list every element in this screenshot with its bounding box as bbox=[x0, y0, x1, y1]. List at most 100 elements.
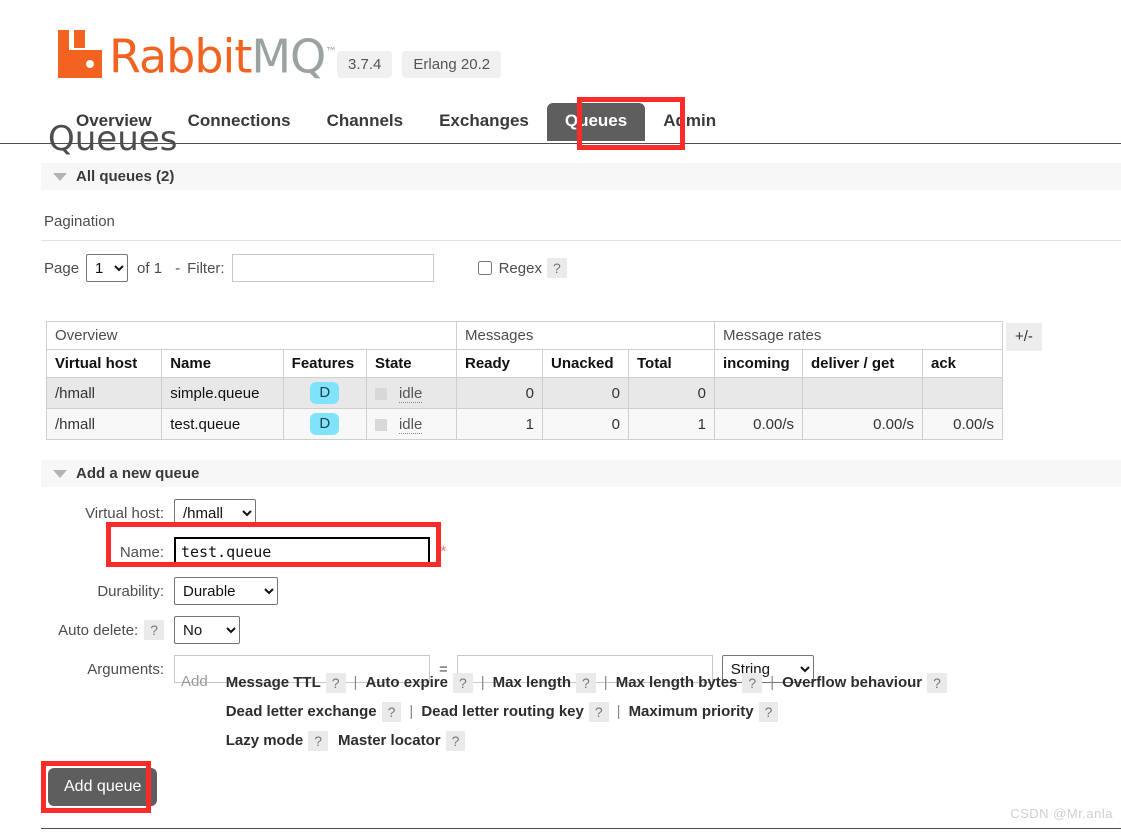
cell-deliver-get bbox=[802, 377, 923, 409]
cell-total: 0 bbox=[628, 377, 715, 409]
preset-dead-letter-exchange-help[interactable]: ? bbox=[381, 701, 402, 722]
preset-auto-expire[interactable]: Auto expire bbox=[365, 674, 448, 691]
preset-max-length-bytes-help[interactable]: ? bbox=[742, 672, 763, 693]
cell-virtual-host: /hmall bbox=[45, 408, 163, 440]
column-header-state[interactable]: State bbox=[365, 349, 458, 378]
queue-name-input[interactable] bbox=[174, 537, 430, 567]
preset-max-length-help[interactable]: ? bbox=[576, 672, 596, 693]
rabbitmq-version-badge: 3.7.4 bbox=[337, 51, 393, 78]
auto-delete-label: Auto delete: ? bbox=[44, 620, 174, 640]
preset-dead-letter-exchange[interactable]: Dead letter exchange bbox=[226, 703, 377, 720]
table-group-header-row: Overview Messages Message rates bbox=[46, 321, 1003, 350]
preset-maximum-priority-help[interactable]: ? bbox=[758, 701, 779, 722]
regex-label: Regex bbox=[498, 259, 542, 277]
cell-unacked: 0 bbox=[542, 377, 629, 409]
nav-divider bbox=[0, 143, 1121, 144]
add-queue-button[interactable]: Add queue bbox=[48, 768, 158, 806]
collapse-triangle-icon bbox=[53, 172, 67, 181]
section-header-all-queues[interactable]: All queues (2) bbox=[41, 163, 1121, 190]
cell-incoming: 0.00/s bbox=[714, 408, 803, 440]
toggle-columns-button[interactable]: +/- bbox=[1006, 323, 1042, 351]
nav-tab-admin[interactable]: Admin bbox=[645, 103, 734, 141]
preset-message-ttl[interactable]: Message TTL bbox=[226, 674, 321, 691]
group-header-message-rates: Message rates bbox=[714, 321, 1003, 350]
preset-separator: | bbox=[770, 674, 775, 691]
logo-wordmark: RabbitMQ™ bbox=[109, 29, 337, 79]
preset-overflow-behaviour[interactable]: Overflow behaviour bbox=[782, 674, 922, 691]
preset-max-length-bytes[interactable]: Max length bytes bbox=[616, 674, 738, 691]
preset-message-ttl-help[interactable]: ? bbox=[325, 672, 346, 693]
column-header-features[interactable]: Features bbox=[282, 349, 367, 378]
table-column-header-row: Virtual host Name Features State Ready U… bbox=[45, 349, 1003, 378]
nav-tab-overview[interactable]: Overview bbox=[58, 103, 170, 141]
column-header-virtual-host[interactable]: Virtual host bbox=[45, 349, 163, 378]
queue-name-label: Name: bbox=[119, 543, 164, 561]
column-header-ack[interactable]: ack bbox=[922, 349, 1003, 378]
cell-ready: 1 bbox=[456, 408, 543, 440]
cell-queue-name[interactable]: test.queue bbox=[161, 408, 284, 440]
group-header-messages: Messages bbox=[456, 321, 715, 350]
nav-tab-exchanges[interactable]: Exchanges bbox=[421, 103, 547, 141]
preset-line-2: Dead letter exchange ? | Dead letter rou… bbox=[226, 697, 947, 726]
main-navigation: Overview Connections Channels Exchanges … bbox=[58, 103, 734, 141]
column-header-deliver-get[interactable]: deliver / get bbox=[802, 349, 923, 378]
preset-auto-expire-help[interactable]: ? bbox=[452, 672, 473, 693]
state-indicator-icon bbox=[374, 387, 387, 400]
queues-table: Overview Messages Message rates Virtual … bbox=[45, 321, 1003, 440]
preset-lazy-mode-help[interactable]: ? bbox=[308, 730, 329, 751]
column-header-total[interactable]: Total bbox=[628, 349, 715, 378]
preset-maximum-priority[interactable]: Maximum priority bbox=[629, 703, 754, 720]
form-row-virtual-host: Virtual host: /hmall bbox=[44, 498, 814, 528]
preset-lazy-mode[interactable]: Lazy mode bbox=[226, 732, 304, 749]
regex-help-icon[interactable]: ? bbox=[546, 258, 567, 278]
preset-line-3: Lazy mode ? Master locator ? bbox=[226, 726, 947, 755]
nav-tab-connections[interactable]: Connections bbox=[170, 103, 309, 141]
page-select[interactable]: 1 bbox=[86, 254, 129, 282]
filter-input[interactable] bbox=[231, 254, 434, 282]
arguments-label: Arguments: bbox=[87, 660, 164, 678]
preset-separator: | bbox=[616, 703, 621, 720]
preset-line-1: Message TTL ? | Auto expire ? | Max leng… bbox=[226, 668, 947, 697]
table-row[interactable]: /hmall test.queue D idle 1 0 1 0.00/s 0.… bbox=[45, 408, 1003, 440]
auto-delete-label-text: Auto delete: bbox=[58, 621, 139, 639]
durability-label: Durability: bbox=[97, 582, 164, 600]
pagination-controls: Page 1 of 1 - Filter: Regex ? bbox=[44, 253, 567, 283]
section-label-add-queue: Add a new queue bbox=[76, 465, 200, 482]
cell-incoming bbox=[714, 377, 803, 409]
pagination-label: Pagination bbox=[44, 213, 115, 230]
cell-features: D bbox=[282, 377, 367, 409]
preset-dead-letter-routing-key[interactable]: Dead letter routing key bbox=[421, 703, 584, 720]
logo-word-mq: MQ bbox=[251, 29, 326, 84]
pagination-dash: - bbox=[175, 259, 181, 277]
page-header: RabbitMQ™ 3.7.4 Erlang 20.2 Queues Overv… bbox=[0, 0, 1121, 156]
preset-overflow-behaviour-help[interactable]: ? bbox=[927, 672, 947, 693]
column-header-unacked[interactable]: Unacked bbox=[542, 349, 629, 378]
cell-ack bbox=[922, 377, 1003, 409]
preset-dead-letter-routing-key-help[interactable]: ? bbox=[588, 701, 609, 722]
cell-ack: 0.00/s bbox=[922, 408, 1003, 440]
footer-divider bbox=[41, 828, 1121, 829]
auto-delete-help-icon[interactable]: ? bbox=[144, 620, 164, 640]
filter-label: Filter: bbox=[187, 259, 225, 277]
preset-separator: | bbox=[480, 674, 485, 691]
section-header-add-queue[interactable]: Add a new queue bbox=[41, 460, 1121, 487]
preset-master-locator[interactable]: Master locator bbox=[338, 732, 441, 749]
table-row[interactable]: /hmall simple.queue D idle 0 0 0 bbox=[45, 377, 1003, 409]
preset-master-locator-help[interactable]: ? bbox=[445, 730, 466, 751]
preset-max-length[interactable]: Max length bbox=[493, 674, 571, 691]
rabbitmq-logo[interactable]: RabbitMQ™ bbox=[58, 26, 337, 82]
cell-queue-name[interactable]: simple.queue bbox=[161, 377, 284, 409]
virtual-host-select[interactable]: /hmall bbox=[174, 499, 256, 527]
durability-select[interactable]: Durable bbox=[174, 577, 278, 605]
column-header-ready[interactable]: Ready bbox=[456, 349, 543, 378]
column-header-incoming[interactable]: incoming bbox=[714, 349, 803, 378]
column-header-name[interactable]: Name bbox=[161, 349, 284, 378]
state-text: idle bbox=[398, 384, 423, 403]
nav-tab-queues[interactable]: Queues bbox=[546, 103, 646, 141]
section-label-all-queues: All queues (2) bbox=[76, 168, 175, 185]
auto-delete-select[interactable]: No bbox=[174, 616, 240, 644]
regex-checkbox[interactable] bbox=[477, 261, 492, 275]
nav-tab-channels[interactable]: Channels bbox=[309, 103, 422, 141]
preset-separator: | bbox=[603, 674, 608, 691]
cell-total: 1 bbox=[628, 408, 715, 440]
